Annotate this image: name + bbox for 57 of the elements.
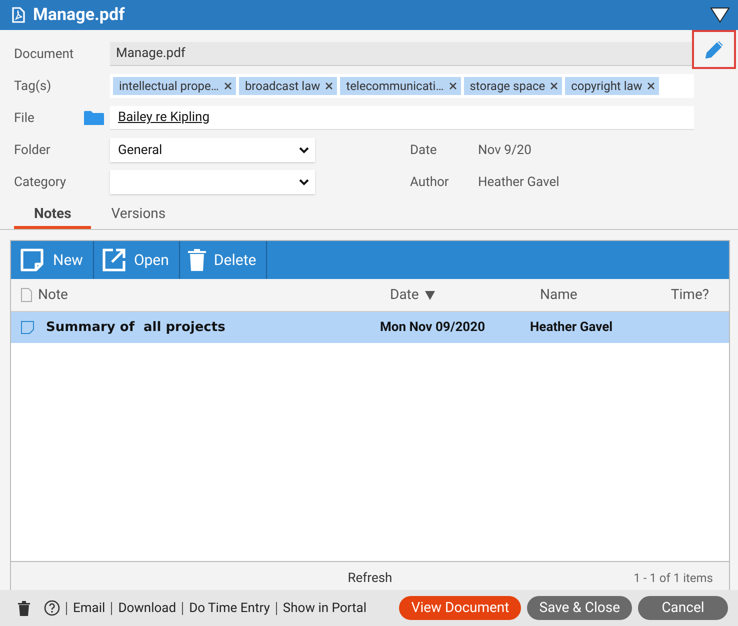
pdf-file-icon bbox=[12, 7, 25, 23]
remove-icon[interactable] bbox=[550, 82, 558, 90]
tag-chip[interactable]: broadcast law bbox=[238, 77, 338, 95]
tab[interactable]: Versions bbox=[91, 202, 186, 229]
tag-chip[interactable]: storage space bbox=[464, 77, 562, 95]
action-button[interactable]: Cancel bbox=[638, 596, 728, 620]
help-icon[interactable] bbox=[44, 600, 60, 616]
footer-link[interactable]: Do Time Entry bbox=[189, 600, 270, 616]
remove-icon[interactable] bbox=[448, 82, 457, 90]
field-label: Tag(s) bbox=[14, 78, 52, 94]
field-label: Date bbox=[410, 142, 438, 158]
tag-chip[interactable]: copyright law bbox=[565, 77, 660, 95]
pencil-icon bbox=[704, 40, 724, 60]
tag-chip[interactable]: telecommunicati… bbox=[340, 77, 461, 95]
table-cell-text: Heather Gavel bbox=[530, 320, 614, 335]
table-cell: Summary of all projects bbox=[46, 320, 226, 335]
dropdown-triangle-icon[interactable] bbox=[710, 7, 730, 23]
refresh-button[interactable]: Refresh bbox=[342, 570, 398, 586]
edit-button[interactable] bbox=[692, 30, 736, 69]
field-label: Author bbox=[410, 174, 450, 190]
trash-icon bbox=[188, 248, 206, 272]
field-label: Document bbox=[14, 46, 75, 62]
column-header[interactable]: Date bbox=[380, 287, 419, 303]
table-cell-text: Mon Nov 09/2020 bbox=[380, 320, 486, 335]
date-value: Nov 9/20 bbox=[478, 142, 532, 158]
author-value: Heather Gavel bbox=[478, 174, 560, 190]
remove-icon[interactable] bbox=[325, 82, 334, 90]
open-external-icon bbox=[102, 248, 126, 272]
column-header[interactable]: Name bbox=[530, 287, 588, 303]
footer-link[interactable]: Email bbox=[73, 600, 106, 616]
footer-link[interactable]: Download bbox=[118, 600, 176, 616]
chevron-down-icon bbox=[299, 146, 309, 154]
remove-icon[interactable] bbox=[224, 82, 232, 90]
folder-dropdown[interactable]: General bbox=[110, 138, 315, 162]
action-button[interactable]: Save & Close bbox=[527, 596, 632, 620]
window-title: Manage.pdf bbox=[33, 5, 126, 25]
column-header[interactable]: Time? bbox=[660, 287, 719, 303]
new-note-icon bbox=[19, 247, 45, 273]
document-name-field[interactable]: Manage.pdf bbox=[110, 42, 694, 66]
field-label: File bbox=[14, 110, 36, 126]
trash-icon[interactable] bbox=[18, 600, 30, 616]
remove-icon[interactable] bbox=[647, 82, 656, 90]
field-label: Folder bbox=[14, 142, 52, 158]
footer-link[interactable]: Show in Portal bbox=[282, 600, 366, 616]
paging-info: 1 - 1 of 1 items bbox=[634, 571, 714, 585]
column-header[interactable]: Note bbox=[38, 287, 78, 303]
grid-row[interactable]: Summary of all projects Mon Nov 09/2020 Heather Gavel bbox=[11, 312, 729, 343]
note-icon bbox=[21, 321, 34, 334]
chevron-down-icon bbox=[299, 178, 309, 186]
sort-descending-icon[interactable] bbox=[424, 290, 435, 300]
tag-chip[interactable]: intellectual prope… bbox=[113, 77, 236, 95]
tags-field[interactable]: intellectual prope… broadcast law telecommunicati… storage space copyright law bbox=[110, 74, 694, 98]
view-document-button[interactable]: View Document bbox=[399, 596, 522, 620]
folder-icon[interactable] bbox=[84, 110, 104, 126]
document-icon bbox=[21, 288, 32, 302]
field-label: Category bbox=[14, 174, 68, 190]
file-link[interactable]: Bailey re Kipling bbox=[118, 110, 210, 125]
